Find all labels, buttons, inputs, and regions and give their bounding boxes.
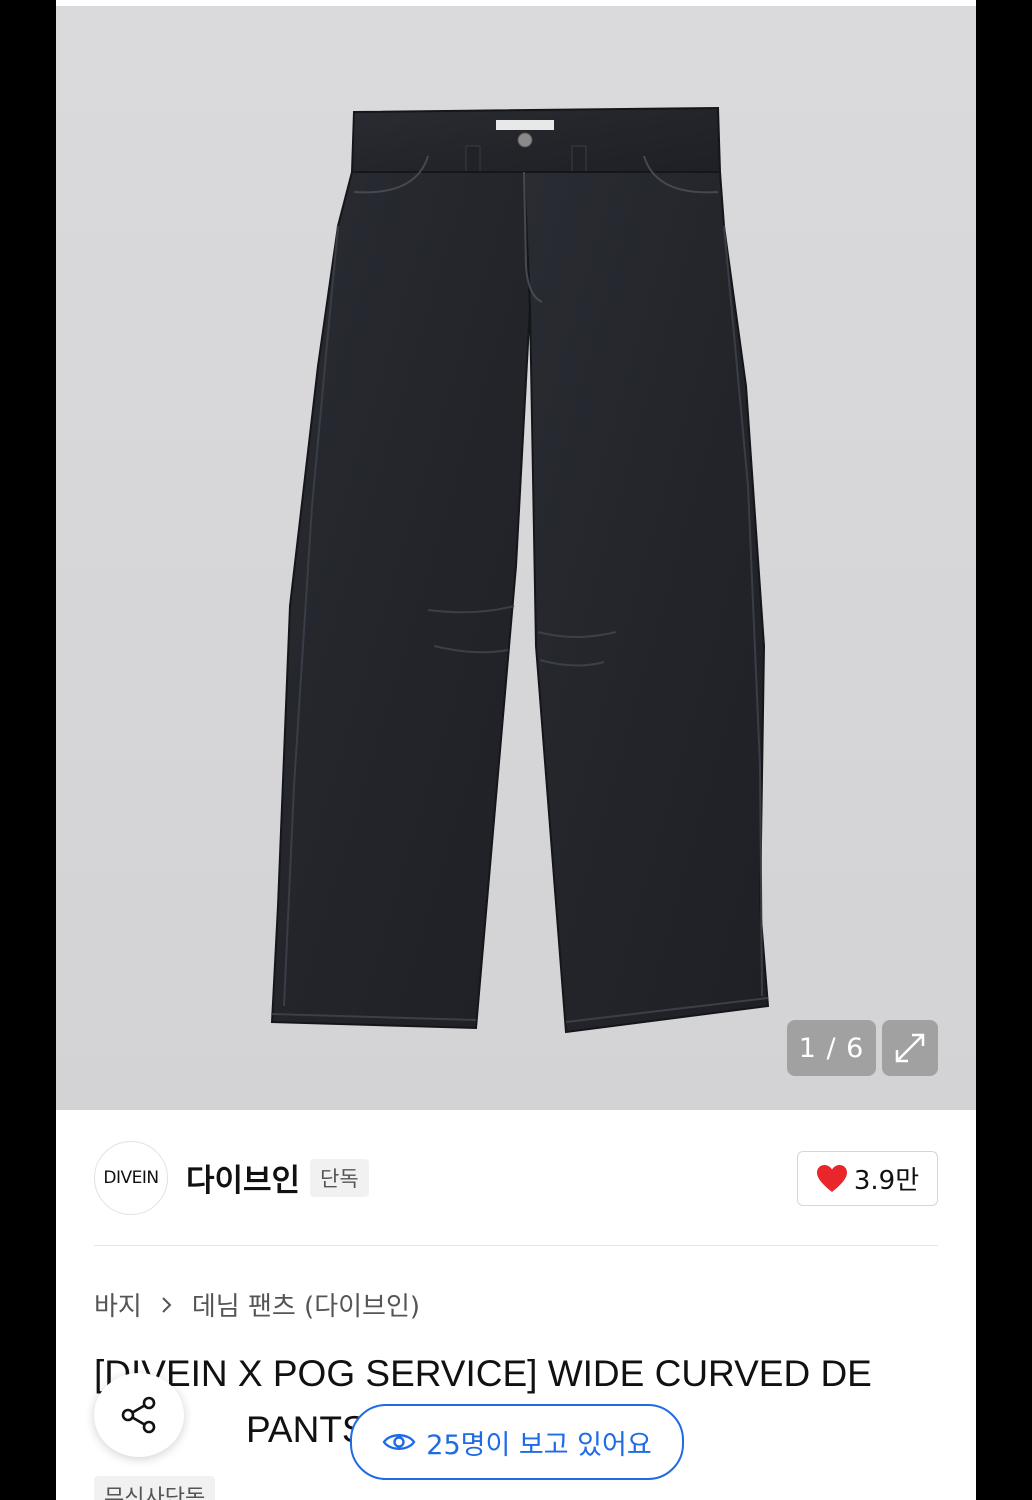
viewers-text: 25명이 보고 있어요 xyxy=(426,1429,652,1461)
breadcrumb-item[interactable]: 바지 xyxy=(94,1286,142,1323)
divider xyxy=(94,1245,938,1246)
product-title-line1: [DIVEIN X POG SERVICE] WIDE CURVED DE xyxy=(94,1353,872,1394)
product-page: 1 / 6 DIVEIN 다이브인 단독 3.9만 바지 데님 팬츠 (다이브인… xyxy=(56,0,976,1500)
chevron-right-icon xyxy=(162,1296,172,1313)
like-count: 3.9만 xyxy=(853,1166,920,1196)
breadcrumb: 바지 데님 팬츠 (다이브인) xyxy=(94,1286,420,1323)
like-button[interactable]: 3.9만 xyxy=(797,1151,938,1206)
eye-icon xyxy=(382,1434,416,1450)
breadcrumb-item[interactable]: 데님 팬츠 (다이브인) xyxy=(192,1286,420,1323)
heart-icon xyxy=(816,1164,847,1192)
viewers-pill[interactable]: 25명이 보고 있어요 xyxy=(350,1404,684,1480)
share-icon xyxy=(121,1396,156,1434)
share-button[interactable] xyxy=(94,1373,184,1457)
exclusive-badge: 단독 xyxy=(310,1159,369,1197)
expand-button[interactable] xyxy=(882,1020,938,1076)
musinsa-exclusive-tag: 무신사단독 xyxy=(94,1476,216,1500)
expand-arrows-icon xyxy=(895,1033,925,1063)
brand-row: DIVEIN 다이브인 단독 3.9만 xyxy=(94,1141,938,1217)
brand-logo[interactable]: DIVEIN xyxy=(94,1141,168,1215)
image-counter: 1 / 6 xyxy=(787,1020,876,1076)
brand-name[interactable]: 다이브인 xyxy=(186,1155,300,1200)
product-image-gallery[interactable]: 1 / 6 xyxy=(56,6,976,1110)
product-image xyxy=(270,106,770,1034)
brand-logo-text: DIVEIN xyxy=(103,1168,159,1188)
